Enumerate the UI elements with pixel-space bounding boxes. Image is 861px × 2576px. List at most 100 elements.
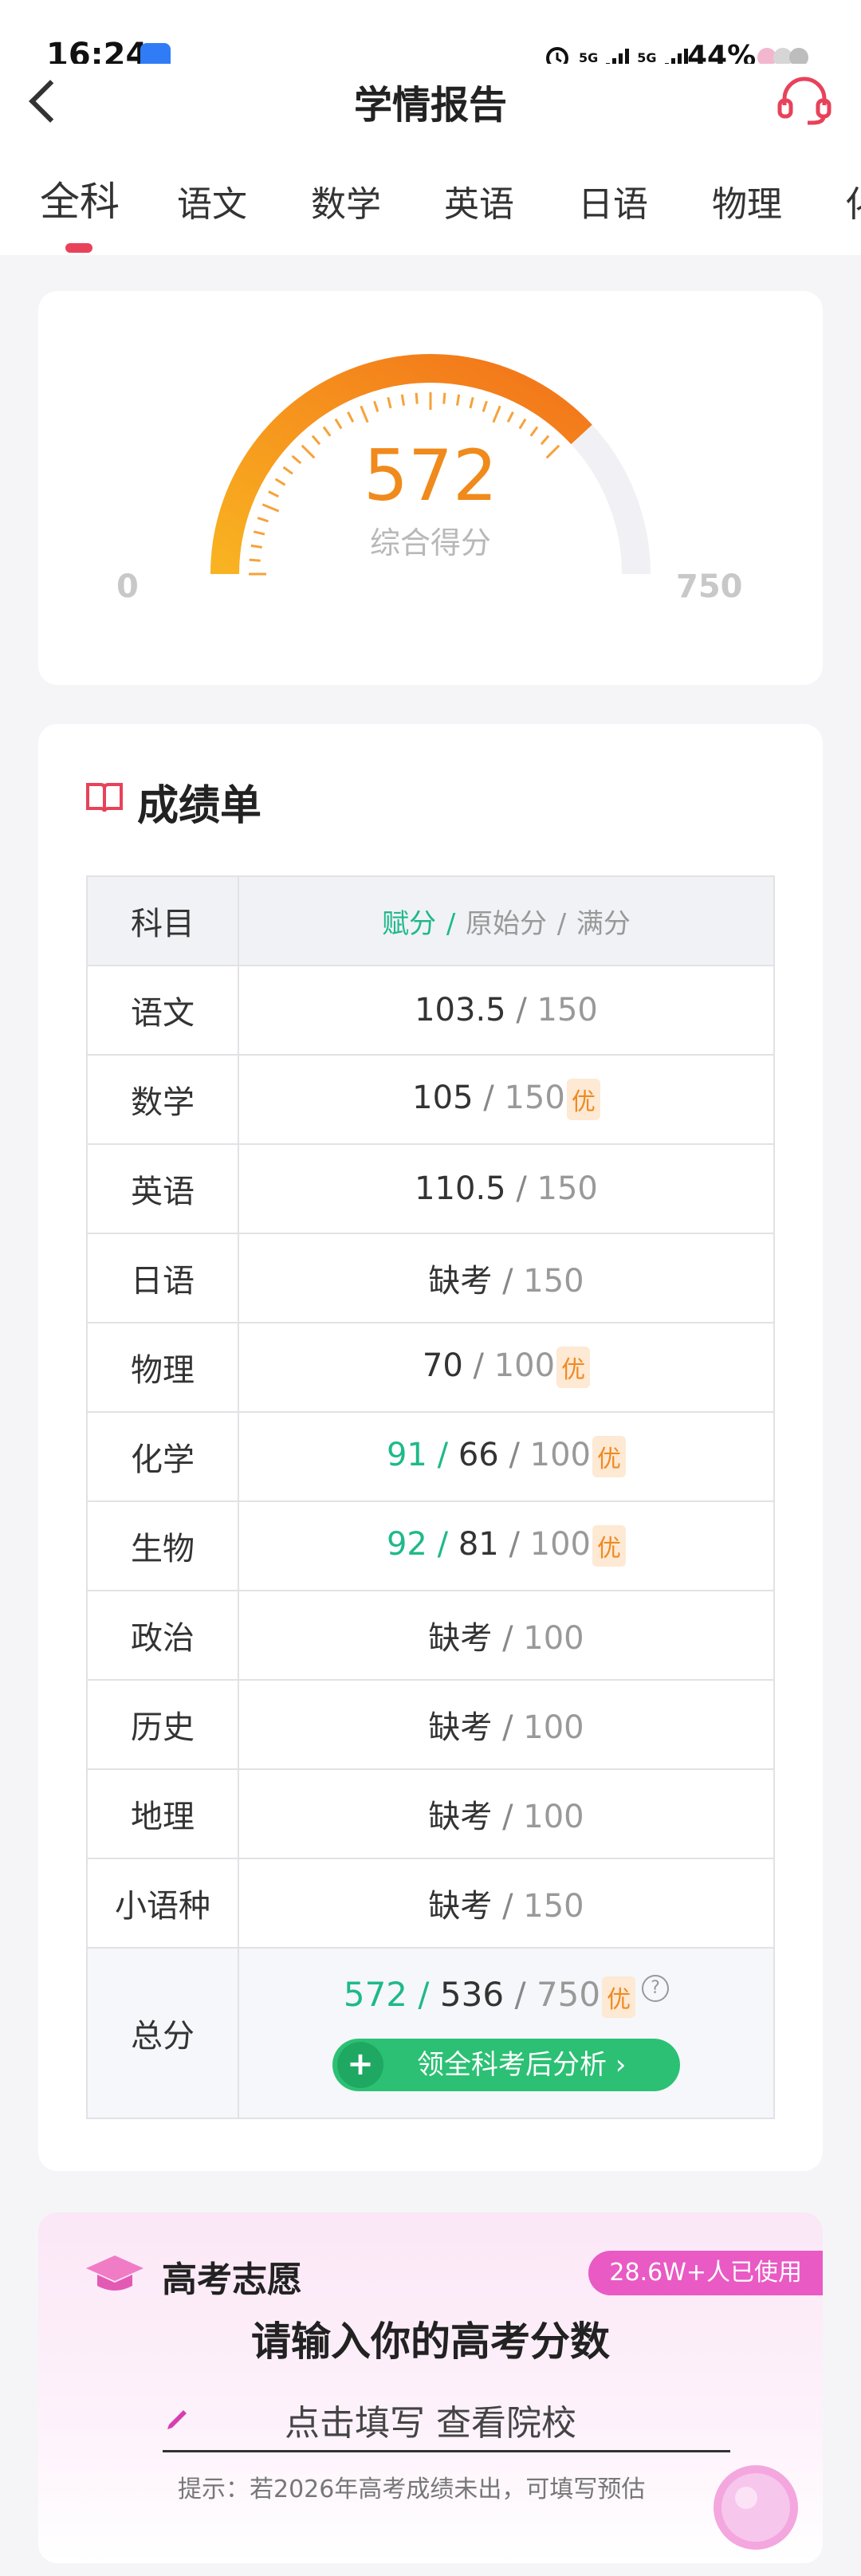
row-full: 150 xyxy=(523,1888,584,1925)
gauge-tick xyxy=(347,411,355,423)
graduation-cap-icon xyxy=(86,2255,144,2291)
score-gauge-card: 572 综合得分 0 750 xyxy=(38,291,823,685)
row-subject: 物理 xyxy=(86,1322,239,1413)
gauge-tick xyxy=(360,405,369,423)
header-full: 满分 xyxy=(576,907,631,940)
row-full: 100 xyxy=(529,1526,591,1563)
excellent-badge: 优 xyxy=(602,1976,636,2018)
full-analysis-button[interactable]: + 领全科考后分析 › xyxy=(332,2038,680,2091)
help-icon[interactable]: ? xyxy=(642,1975,670,2003)
score-label: 综合得分 xyxy=(369,525,491,560)
row-scores: 110.5 / 150 xyxy=(238,1143,775,1234)
header-sep: / xyxy=(446,907,456,940)
network-5g-label-2: 5G xyxy=(637,49,657,65)
grade-sheet-title: 成绩单 xyxy=(137,782,262,830)
total-label: 总分 xyxy=(86,1947,239,2119)
gauge-tick xyxy=(442,392,446,404)
gauge-tick xyxy=(492,405,501,423)
row-full: 150 xyxy=(537,1170,598,1207)
row-subject: 数学 xyxy=(86,1054,239,1145)
row-full: 150 xyxy=(504,1080,565,1116)
row-raw: 105 xyxy=(412,1080,474,1116)
usage-badge: 28.6W+人已使用 xyxy=(588,2251,823,2295)
row-subject: 生物 xyxy=(86,1500,239,1591)
row-subject: 语文 xyxy=(86,965,239,1056)
table-row: 地理 缺考 / 100 xyxy=(86,1768,775,1859)
gauge-tick xyxy=(469,396,474,409)
gauge-max-label: 750 xyxy=(676,568,743,605)
row-raw: 缺考 xyxy=(428,1799,493,1835)
row-full: 100 xyxy=(523,1620,584,1657)
tab-chinese[interactable]: 语文 xyxy=(177,175,247,226)
customer-service-icon[interactable] xyxy=(775,70,834,129)
table-header-row: 科目 赋分 / 原始分 / 满分 xyxy=(86,875,775,966)
row-raw: 66 xyxy=(458,1437,499,1473)
row-sep: / xyxy=(516,1170,527,1207)
row-sep: / xyxy=(502,1620,513,1657)
excellent-badge: 优 xyxy=(592,1436,626,1477)
network-5g-label: 5G xyxy=(579,49,599,65)
excellent-badge: 优 xyxy=(556,1347,591,1388)
plus-icon: + xyxy=(337,2041,383,2088)
gaokao-title: 高考志愿 xyxy=(162,2259,302,2300)
table-row: 历史 缺考 / 100 xyxy=(86,1679,775,1770)
tab-math[interactable]: 数学 xyxy=(311,175,381,226)
row-sep: / xyxy=(437,1526,449,1563)
gauge-tick xyxy=(506,411,514,423)
row-scores: 缺考 / 150 xyxy=(238,1858,775,1949)
gauge-tick xyxy=(518,418,527,430)
total-score: 572 xyxy=(364,435,497,517)
row-assigned: 92 xyxy=(386,1526,427,1563)
row-raw: 缺考 xyxy=(428,1888,493,1925)
input-hint: 提示：若2026年高考成绩未出，可填写预估 xyxy=(178,2476,646,2503)
table-row: 英语 110.5 / 150 xyxy=(86,1143,775,1234)
subject-tabs: 全科 语文 数学 英语 日语 物理 化 xyxy=(0,155,861,255)
total-row: 总分 572 / 536 / 750 优? + 领全科考后分析 › xyxy=(86,1947,775,2119)
tab-chemistry[interactable]: 化 xyxy=(845,175,861,226)
row-raw: 缺考 xyxy=(428,1709,493,1746)
tab-physics[interactable]: 物理 xyxy=(712,175,782,226)
row-sep: / xyxy=(483,1080,494,1116)
score-input[interactable]: 点击填写 查看院校 xyxy=(38,2394,823,2445)
row-raw: 70 xyxy=(422,1347,463,1384)
row-raw: 缺考 xyxy=(428,1620,493,1657)
total-cell: 572 / 536 / 750 优? + 领全科考后分析 › xyxy=(238,1947,775,2119)
row-scores: 缺考 / 150 xyxy=(238,1233,775,1323)
tab-japanese[interactable]: 日语 xyxy=(578,175,648,226)
row-sep: / xyxy=(509,1437,520,1473)
gaokao-card[interactable]: 高考志愿 28.6W+人已使用 请输入你的高考分数 点击填写 查看院校 提示：若… xyxy=(38,2212,823,2563)
row-scores: 缺考 / 100 xyxy=(238,1679,775,1770)
gauge-tick xyxy=(415,392,419,404)
row-scores: 92 / 81 / 100 优 xyxy=(238,1500,775,1591)
row-subject: 日语 xyxy=(86,1233,239,1323)
gauge-min-label: 0 xyxy=(116,568,139,605)
header-assigned: 赋分 xyxy=(382,907,437,940)
row-sep: / xyxy=(502,1263,513,1300)
table-row: 政治 缺考 / 100 xyxy=(86,1590,775,1681)
header-raw: 原始分 xyxy=(466,907,547,940)
gauge-tick xyxy=(400,394,406,406)
row-scores: 105 / 150 优 xyxy=(238,1054,775,1145)
row-sep: / xyxy=(502,1888,513,1925)
row-raw: 缺考 xyxy=(428,1263,493,1300)
header-subject: 科目 xyxy=(86,875,239,966)
grade-table: 科目 赋分 / 原始分 / 满分 语文 103.5 / 150 数学 105 / 15… xyxy=(86,875,775,2119)
book-icon xyxy=(86,783,123,812)
excellent-badge: 优 xyxy=(592,1525,626,1567)
row-scores: 70 / 100 优 xyxy=(238,1322,775,1413)
row-scores: 缺考 / 100 xyxy=(238,1590,775,1681)
header-score-columns: 赋分 / 原始分 / 满分 xyxy=(238,875,775,966)
tab-all[interactable]: 全科 xyxy=(40,170,120,227)
gauge-tick xyxy=(482,400,488,412)
magnifier-icon xyxy=(714,2465,798,2550)
excellent-badge: 优 xyxy=(566,1079,600,1120)
table-row: 小语种 缺考 / 150 xyxy=(86,1858,775,1949)
tab-english[interactable]: 英语 xyxy=(444,175,514,226)
gauge-tick xyxy=(373,400,379,412)
row-full: 150 xyxy=(537,992,598,1028)
grade-sheet-card: 成绩单 科目 赋分 / 原始分 / 满分 语文 103.5 / 150 数学 105 … xyxy=(38,724,823,2171)
row-subject: 历史 xyxy=(86,1679,239,1770)
row-sep: / xyxy=(502,1709,513,1746)
row-full: 150 xyxy=(523,1263,584,1300)
row-scores: 103.5 / 150 xyxy=(238,965,775,1056)
